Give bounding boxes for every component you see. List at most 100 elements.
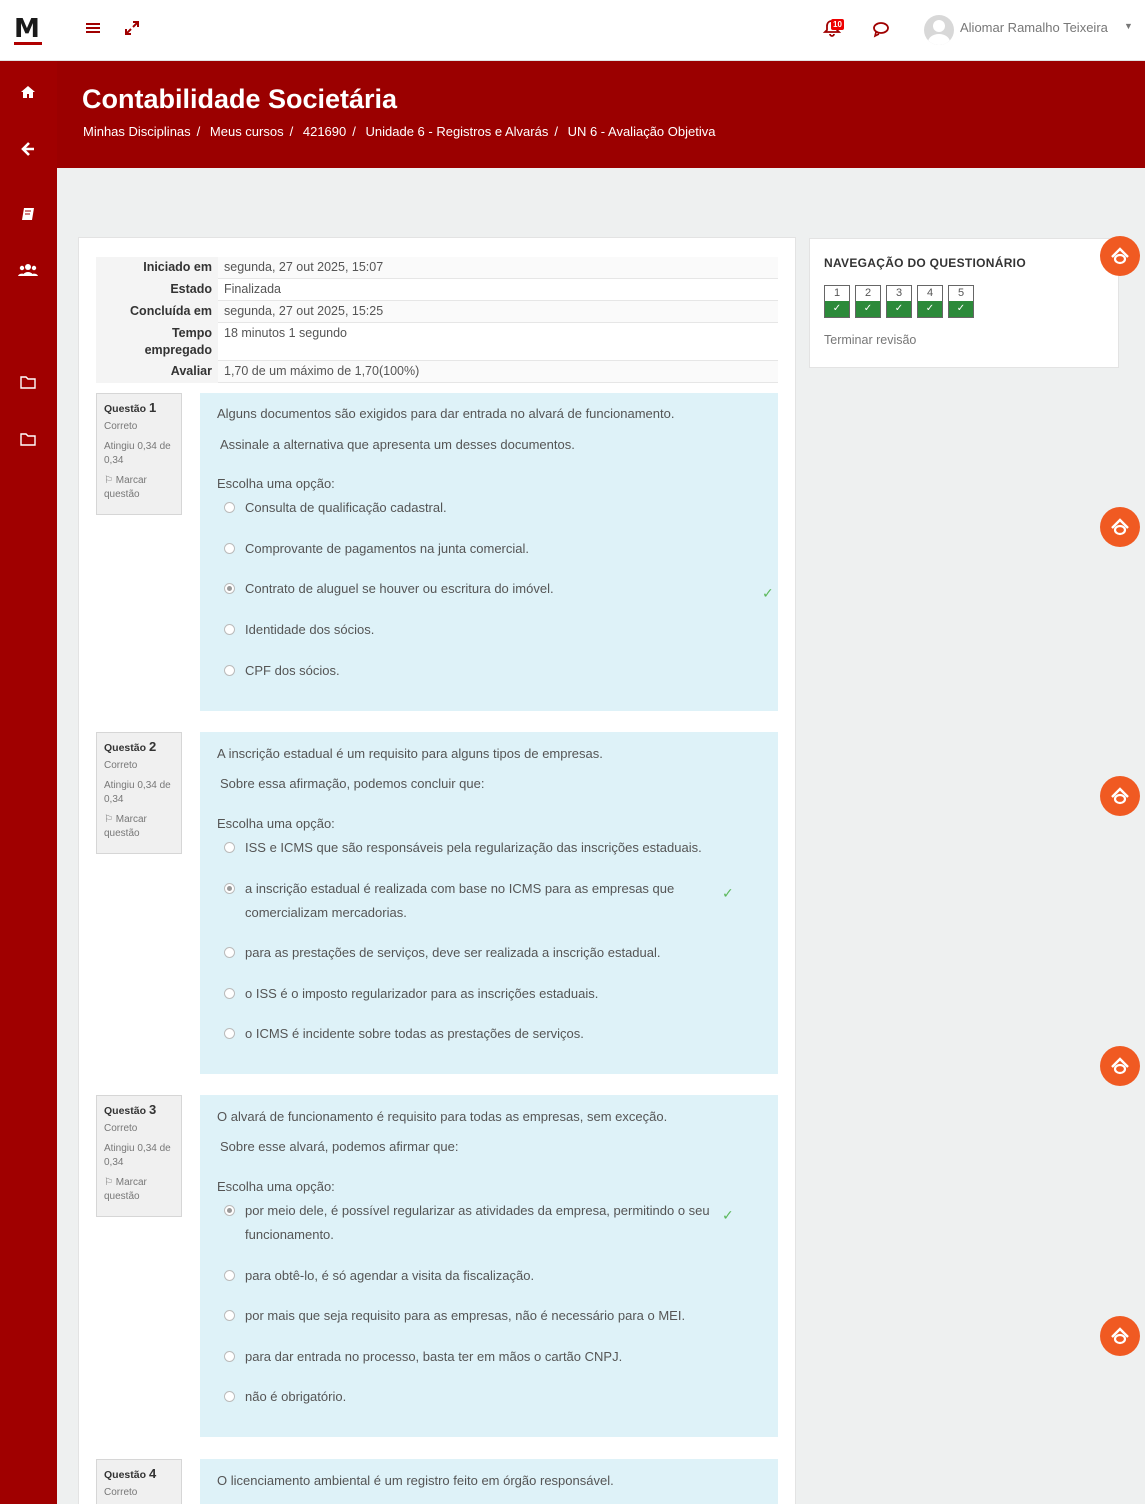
question-info-2: Questão 2 Correto Atingiu 0,34 de 0,34 ⚐… bbox=[96, 732, 182, 854]
summary-value: 18 minutos 1 segundo bbox=[218, 322, 778, 361]
question-info-3: Questão 3 Correto Atingiu 0,34 de 0,34 ⚐… bbox=[96, 1095, 182, 1217]
answer-option[interactable]: o ICMS é incidente sobre todas as presta… bbox=[224, 1022, 744, 1046]
notification-badge: 10 bbox=[831, 19, 844, 30]
answer-option[interactable]: para dar entrada no processo, basta ter … bbox=[224, 1345, 744, 1369]
radio-button[interactable] bbox=[224, 883, 235, 894]
question-state: Correto bbox=[104, 1123, 138, 1134]
answer-option-selected[interactable]: por meio dele, é possível regularizar as… bbox=[224, 1199, 734, 1247]
logo-underline bbox=[14, 42, 42, 45]
question-text: A inscrição estadual é um requisito para… bbox=[217, 746, 603, 761]
question-nav-button-2[interactable]: 2 ✓ bbox=[855, 285, 881, 318]
radio-button[interactable] bbox=[224, 947, 235, 958]
breadcrumb-item[interactable]: 421690 bbox=[303, 124, 346, 139]
summary-value: 1,70 de um máximo de 1,70(100%) bbox=[218, 360, 778, 383]
question-state: Correto bbox=[104, 1487, 138, 1498]
menu-icon[interactable] bbox=[85, 18, 101, 42]
radio-button[interactable] bbox=[224, 1270, 235, 1281]
question-info-4: Questão 4 Correto bbox=[96, 1459, 182, 1504]
answer-option[interactable]: para as prestações de serviços, deve ser… bbox=[224, 941, 744, 965]
radio-button[interactable] bbox=[224, 665, 235, 676]
question-nav-button-1[interactable]: 1 ✓ bbox=[824, 285, 850, 318]
check-icon: ✓ bbox=[887, 301, 911, 317]
users-icon[interactable] bbox=[18, 260, 38, 280]
radio-button[interactable] bbox=[224, 1391, 235, 1402]
radio-button[interactable] bbox=[224, 1351, 235, 1362]
answer-option[interactable]: para obtê-lo, é só agendar a visita da f… bbox=[224, 1264, 744, 1288]
answer-option[interactable]: o ISS é o imposto regularizador para as … bbox=[224, 982, 744, 1006]
assistant-float-button[interactable] bbox=[1100, 776, 1140, 816]
assistant-float-button[interactable] bbox=[1100, 236, 1140, 276]
quiz-navigation-title: NAVEGAÇÃO DO QUESTIONÁRIO bbox=[824, 256, 1026, 270]
radio-button[interactable] bbox=[224, 988, 235, 999]
page-title: Contabilidade Societária bbox=[82, 84, 398, 114]
flag-icon: ⚐ bbox=[104, 814, 113, 825]
breadcrumb-item[interactable]: Meus cursos bbox=[210, 124, 284, 139]
flag-question-link[interactable]: ⚐ Marcar questão bbox=[104, 474, 175, 502]
radio-button[interactable] bbox=[224, 502, 235, 513]
avatar[interactable] bbox=[924, 15, 954, 45]
caret-down-icon[interactable]: ▼ bbox=[1124, 21, 1133, 31]
flag-question-link[interactable]: ⚐ Marcar questão bbox=[104, 813, 175, 841]
question-state: Correto bbox=[104, 421, 138, 432]
assistant-icon bbox=[1111, 247, 1129, 265]
question-content-2: A inscrição estadual é um requisito para… bbox=[200, 732, 778, 1074]
question-grade: Atingiu 0,34 de 0,34 bbox=[104, 441, 171, 466]
answer-option[interactable]: Comprovante de pagamentos na junta comer… bbox=[224, 537, 744, 561]
finish-review-link[interactable]: Terminar revisão bbox=[824, 333, 916, 347]
assistant-icon bbox=[1111, 1327, 1129, 1345]
check-icon: ✓ bbox=[918, 301, 942, 317]
radio-button[interactable] bbox=[224, 624, 235, 635]
question-nav-button-3[interactable]: 3 ✓ bbox=[886, 285, 912, 318]
answer-option[interactable]: por mais que seja requisito para as empr… bbox=[224, 1304, 744, 1328]
flag-icon: ⚐ bbox=[104, 1177, 113, 1188]
answer-option-selected[interactable]: Contrato de aluguel se houver ou escritu… bbox=[224, 577, 774, 601]
book-icon[interactable] bbox=[18, 204, 38, 224]
radio-button[interactable] bbox=[224, 1028, 235, 1039]
assistant-icon bbox=[1111, 518, 1129, 536]
radio-button[interactable] bbox=[224, 1205, 235, 1216]
logo[interactable]: M bbox=[14, 14, 40, 44]
radio-button[interactable] bbox=[224, 842, 235, 853]
question-subtext: Sobre esse alvará, podemos afirmar que: bbox=[220, 1139, 459, 1154]
expand-icon[interactable] bbox=[124, 18, 140, 42]
quiz-navigation-block: NAVEGAÇÃO DO QUESTIONÁRIO 1 ✓ 2 ✓ 3 ✓ 4 ✓ 5 ✓… bbox=[809, 238, 1119, 368]
radio-button[interactable] bbox=[224, 543, 235, 554]
summary-label: Tempo empregado bbox=[96, 322, 218, 361]
question-content-3: O alvará de funcionamento é requisito pa… bbox=[200, 1095, 778, 1437]
answer-option[interactable]: ISS e ICMS que são responsáveis pela reg… bbox=[224, 836, 744, 860]
assistant-float-button[interactable] bbox=[1100, 1316, 1140, 1356]
flag-question-link[interactable]: ⚐ Marcar questão bbox=[104, 1176, 175, 1204]
answer-option[interactable]: não é obrigatório. bbox=[224, 1385, 744, 1409]
check-icon: ✓ bbox=[762, 585, 774, 601]
breadcrumb-item[interactable]: Minhas Disciplinas bbox=[83, 124, 191, 139]
radio-button[interactable] bbox=[224, 1310, 235, 1321]
flag-icon: ⚐ bbox=[104, 475, 113, 486]
summary-value: Finalizada bbox=[218, 278, 778, 301]
folder-icon[interactable] bbox=[18, 372, 38, 392]
arrow-left-icon[interactable] bbox=[18, 139, 38, 159]
home-icon[interactable] bbox=[18, 82, 38, 102]
answer-option[interactable]: CPF dos sócios. bbox=[224, 659, 744, 683]
summary-label: Concluída em bbox=[96, 300, 218, 323]
answer-option[interactable]: Identidade dos sócios. bbox=[224, 618, 744, 642]
radio-button[interactable] bbox=[224, 583, 235, 594]
user-name[interactable]: Aliomar Ramalho Teixeira bbox=[960, 20, 1108, 35]
question-nav-button-5[interactable]: 5 ✓ bbox=[948, 285, 974, 318]
chat-bubble-icon[interactable] bbox=[872, 20, 892, 40]
breadcrumb-item[interactable]: Unidade 6 - Registros e Alvarás bbox=[366, 124, 549, 139]
assistant-icon bbox=[1111, 787, 1129, 805]
breadcrumb-item[interactable]: UN 6 - Avaliação Objetiva bbox=[568, 124, 716, 139]
folder-icon[interactable] bbox=[18, 429, 38, 449]
question-nav-button-4[interactable]: 4 ✓ bbox=[917, 285, 943, 318]
assistant-float-button[interactable] bbox=[1100, 1046, 1140, 1086]
assistant-float-button[interactable] bbox=[1100, 507, 1140, 547]
question-grade: Atingiu 0,34 de 0,34 bbox=[104, 780, 171, 805]
answer-option[interactable]: Consulta de qualificação cadastral. bbox=[224, 496, 744, 520]
question-number: Questão 2 bbox=[104, 739, 157, 755]
top-navbar: M 10 Aliomar Ramalho Teixeira ▼ bbox=[0, 0, 1145, 61]
question-text: O alvará de funcionamento é requisito pa… bbox=[217, 1109, 668, 1124]
summary-value: segunda, 27 out 2025, 15:07 bbox=[218, 257, 778, 279]
answer-option-selected[interactable]: a inscrição estadual é realizada com bas… bbox=[224, 877, 734, 925]
left-sidebar bbox=[0, 61, 57, 1504]
quiz-review-panel: Iniciado em segunda, 27 out 2025, 15:07 E… bbox=[78, 237, 796, 1504]
